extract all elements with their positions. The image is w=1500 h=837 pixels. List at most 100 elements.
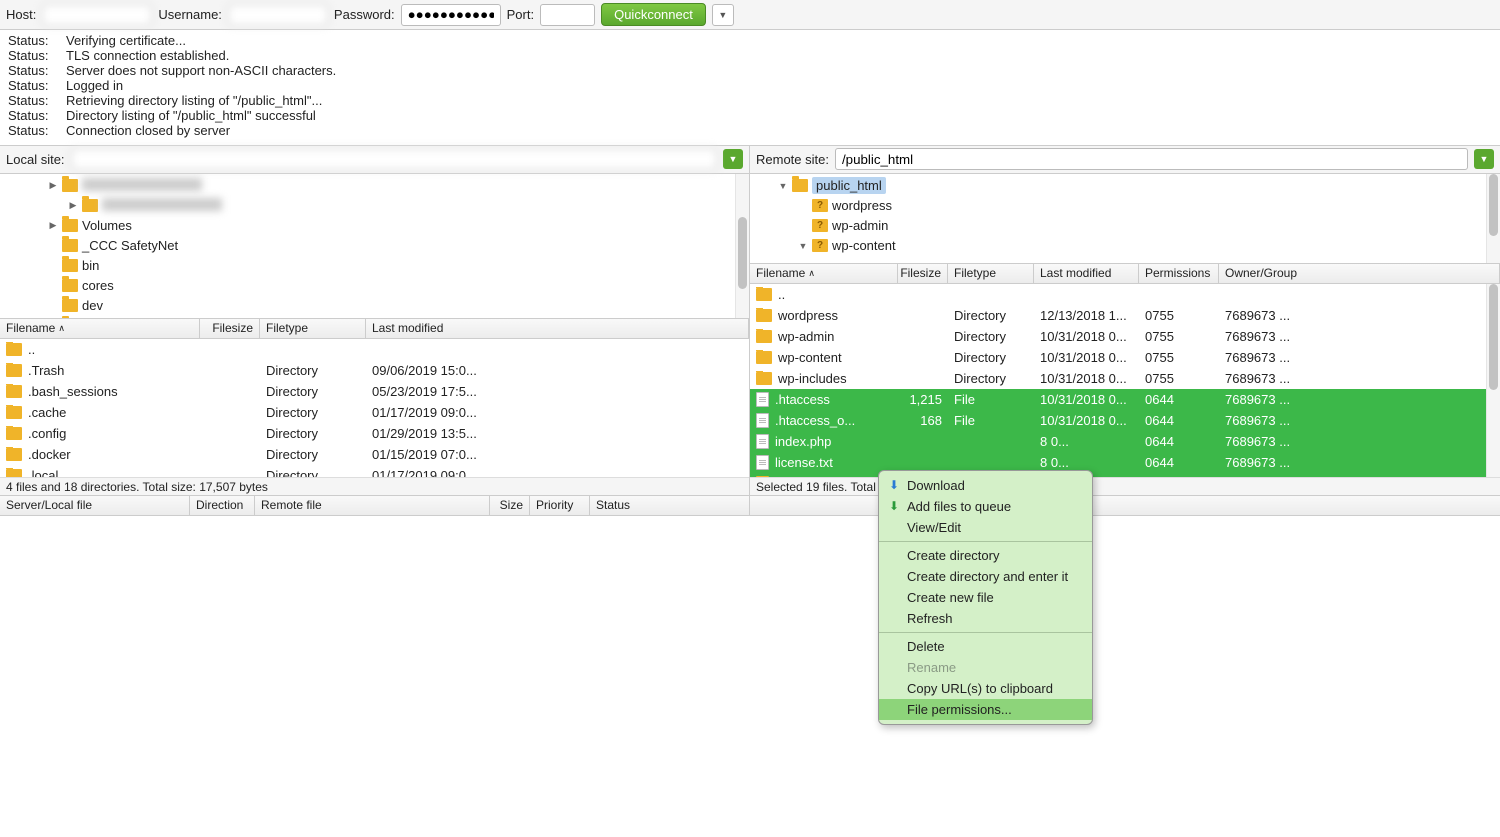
menu-add-to-queue[interactable]: ⬇Add files to queue [879, 496, 1092, 517]
tree-item[interactable]: bin [0, 256, 749, 276]
menu-refresh[interactable]: Refresh [879, 608, 1092, 629]
file-row[interactable]: .htaccess_o...168File10/31/2018 0...0644… [750, 410, 1500, 431]
local-file-list[interactable]: ...TrashDirectory09/06/2019 15:0....bash… [0, 339, 749, 477]
expand-icon[interactable]: ▼ [798, 241, 808, 251]
file-modified: 10/31/2018 0... [1034, 413, 1139, 428]
expand-icon[interactable]: ▶ [48, 180, 58, 191]
file-row[interactable]: .bash_sessionsDirectory05/23/2019 17:5..… [0, 381, 749, 402]
queue-col-remotefile[interactable]: Remote file [255, 496, 490, 515]
menu-delete[interactable]: Delete [879, 636, 1092, 657]
remote-list-scrollbar[interactable] [1486, 284, 1500, 477]
file-name: .. [778, 287, 785, 302]
port-input[interactable] [540, 4, 595, 26]
expand-icon[interactable]: ▼ [778, 181, 788, 191]
tree-item[interactable]: ▶ [0, 176, 749, 196]
local-site-path-input[interactable] [71, 148, 717, 170]
file-name: .local [28, 468, 58, 477]
tree-item[interactable]: cores [0, 276, 749, 296]
username-input[interactable] [228, 4, 328, 26]
remote-col-filetype[interactable]: Filetype [948, 264, 1034, 283]
file-permissions: 0755 [1139, 308, 1219, 323]
queue-columns: Server/Local file Direction Remote file … [0, 496, 1500, 516]
folder-icon [756, 351, 772, 364]
remote-site-label: Remote site: [756, 152, 829, 167]
file-row[interactable]: license.txt8 0...06447689673 ... [750, 452, 1500, 473]
remote-col-lastmod[interactable]: Last modified [1034, 264, 1139, 283]
menu-file-permissions[interactable]: File permissions... [879, 699, 1092, 720]
quickconnect-history-dropdown[interactable]: ▼ [712, 4, 734, 26]
remote-site-path-input[interactable] [835, 148, 1468, 170]
tree-item[interactable]: ▶ [0, 196, 749, 216]
file-name: .. [28, 342, 35, 357]
file-row[interactable]: .localDirectory01/17/2019 09:0... [0, 465, 749, 477]
tree-item[interactable]: ▼public_html [750, 176, 1500, 196]
local-directory-tree[interactable]: ▶▶▶Volumes_CCC SafetyNetbincoresdevetc [0, 174, 749, 319]
tree-item[interactable]: ▼?wp-content [750, 236, 1500, 256]
remote-col-owner[interactable]: Owner/Group [1219, 264, 1500, 283]
file-row[interactable]: wp-contentDirectory10/31/2018 0...075576… [750, 347, 1500, 368]
file-row[interactable]: wordpressDirectory12/13/2018 1...0755768… [750, 305, 1500, 326]
file-type: Directory [260, 468, 366, 477]
tree-item[interactable]: ?wp-admin [750, 216, 1500, 236]
password-input[interactable] [401, 4, 501, 26]
file-row[interactable]: .cacheDirectory01/17/2019 09:0... [0, 402, 749, 423]
local-col-filesize[interactable]: Filesize [200, 319, 260, 338]
local-col-filename[interactable]: Filename∧ [0, 319, 200, 338]
file-name: .bash_sessions [28, 384, 118, 399]
tree-item[interactable]: ▶Volumes [0, 216, 749, 236]
file-name: wp-content [778, 350, 842, 365]
local-col-filetype[interactable]: Filetype [260, 319, 366, 338]
status-label: Status: [8, 109, 66, 124]
tree-item[interactable]: _CCC SafetyNet [0, 236, 749, 256]
queue-body[interactable] [0, 516, 1500, 837]
menu-separator [879, 541, 1092, 542]
quickconnect-button[interactable]: Quickconnect [601, 3, 706, 26]
file-row[interactable]: .htaccess1,215File10/31/2018 0...0644768… [750, 389, 1500, 410]
local-site-label: Local site: [6, 152, 65, 167]
tree-item[interactable]: dev [0, 296, 749, 316]
file-name: wp-includes [778, 371, 847, 386]
file-name: license.txt [775, 455, 833, 470]
queue-col-size[interactable]: Size [490, 496, 530, 515]
file-row[interactable]: index.php8 0...06447689673 ... [750, 431, 1500, 452]
tree-item[interactable]: etc [0, 316, 749, 319]
status-message: TLS connection established. [66, 49, 229, 64]
queue-col-status[interactable]: Status [590, 496, 750, 515]
host-input[interactable] [42, 4, 152, 26]
menu-download[interactable]: ⬇Download [879, 475, 1092, 496]
file-row[interactable]: .. [750, 284, 1500, 305]
menu-create-directory[interactable]: Create directory [879, 545, 1092, 566]
local-col-lastmod[interactable]: Last modified [366, 319, 749, 338]
menu-create-directory-enter[interactable]: Create directory and enter it [879, 566, 1092, 587]
file-row[interactable]: .dockerDirectory01/15/2019 07:0... [0, 444, 749, 465]
queue-col-direction[interactable]: Direction [190, 496, 255, 515]
remote-col-filesize[interactable]: Filesize [898, 264, 948, 283]
local-tree-scrollbar[interactable] [735, 174, 749, 318]
file-name: wordpress [778, 308, 838, 323]
remote-col-permissions[interactable]: Permissions [1139, 264, 1219, 283]
queue-col-serverfile[interactable]: Server/Local file [0, 496, 190, 515]
menu-view-edit[interactable]: View/Edit [879, 517, 1092, 538]
remote-file-list[interactable]: .. wordpressDirectory12/13/2018 1...07557… [750, 284, 1500, 477]
file-modified: 09/06/2019 15:0... [366, 363, 749, 378]
menu-create-file[interactable]: Create new file [879, 587, 1092, 608]
remote-site-dropdown[interactable]: ▼ [1474, 149, 1494, 169]
file-row[interactable]: wp-adminDirectory10/31/2018 0...07557689… [750, 326, 1500, 347]
context-menu: ⬇Download ⬇Add files to queue View/Edit … [878, 470, 1093, 725]
queue-col-priority[interactable]: Priority [530, 496, 590, 515]
file-permissions: 0644 [1139, 476, 1219, 477]
file-row[interactable]: readme.html8 0...06447689673 ... [750, 473, 1500, 477]
remote-col-filename[interactable]: Filename∧ [750, 264, 898, 283]
file-modified: 01/17/2019 09:0... [366, 405, 749, 420]
remote-directory-tree[interactable]: ▼public_html?wordpress?wp-admin▼?wp-cont… [750, 174, 1500, 264]
file-row[interactable]: .TrashDirectory09/06/2019 15:0... [0, 360, 749, 381]
expand-icon[interactable]: ▶ [48, 220, 58, 231]
file-row[interactable]: wp-includesDirectory10/31/2018 0...07557… [750, 368, 1500, 389]
expand-icon[interactable]: ▶ [68, 200, 78, 211]
menu-copy-url[interactable]: Copy URL(s) to clipboard [879, 678, 1092, 699]
file-row[interactable]: .. [0, 339, 749, 360]
remote-tree-scrollbar[interactable] [1486, 174, 1500, 263]
tree-item[interactable]: ?wordpress [750, 196, 1500, 216]
local-site-dropdown[interactable]: ▼ [723, 149, 743, 169]
file-row[interactable]: .configDirectory01/29/2019 13:5... [0, 423, 749, 444]
